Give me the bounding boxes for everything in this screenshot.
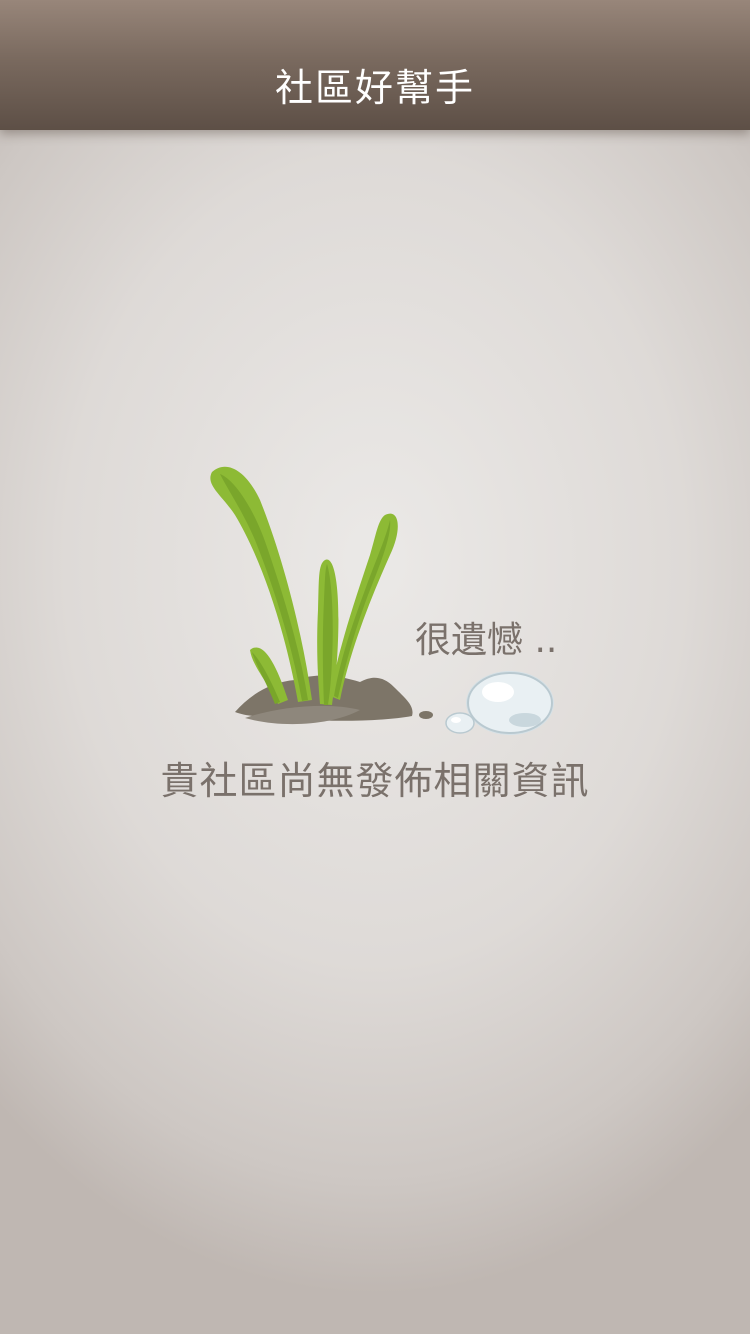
empty-state-message: 貴社區尚無發佈相關資訊 [160,759,590,803]
page-title: 社區好幫手 [274,66,475,110]
sorry-text: 很遺憾 .. [415,620,558,661]
top-nav-bar: 社區好幫手 [0,0,750,130]
grass-sprout-icon [200,460,580,740]
